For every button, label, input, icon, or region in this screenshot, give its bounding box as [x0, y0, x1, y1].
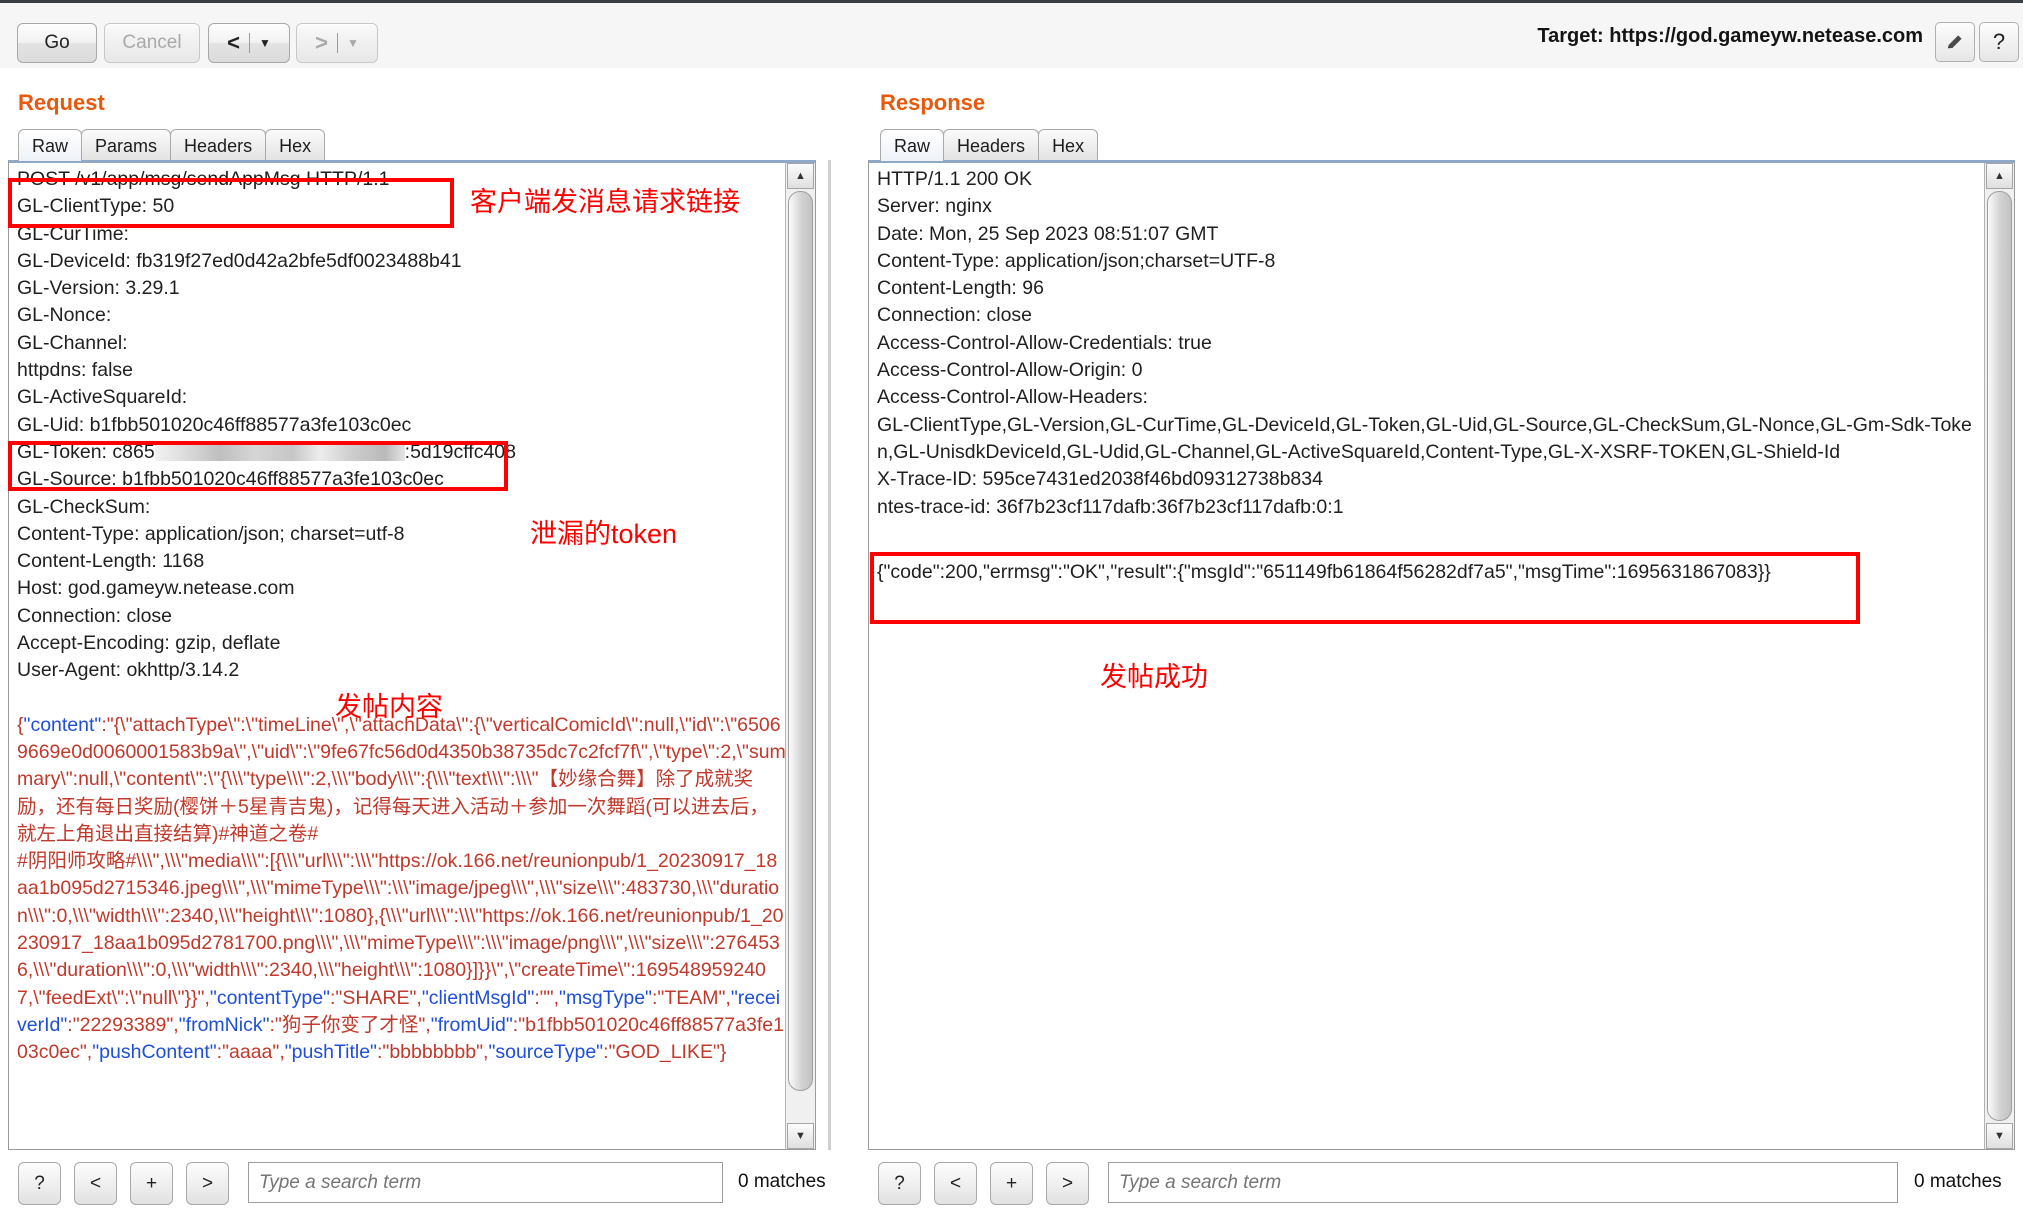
request-raw-text: POST /v1/app/msg/sendAppMsg HTTP/1.1 GL-C… — [17, 166, 787, 1067]
request-tab-strip: Raw Params Headers Hex — [18, 129, 326, 163]
tab-response-raw[interactable]: Raw — [880, 129, 945, 161]
annotation-request-line: 客户端发消息请求链接 — [470, 187, 740, 217]
response-vertical-scrollbar[interactable]: ▲ ▼ — [1984, 163, 2014, 1149]
scroll-up-icon[interactable]: ▲ — [787, 163, 814, 189]
response-match-count: 0 matches — [1914, 1171, 2002, 1192]
search-prev-button[interactable]: < — [74, 1162, 117, 1205]
header-line: Access-Control-Allow-Origin: 0 — [877, 359, 1143, 382]
search-next-button[interactable]: > — [1046, 1162, 1089, 1205]
chevron-down-icon: ▼ — [346, 36, 359, 50]
header-line: GL-Source: b1fbb501020c46ff88577a3fe103c… — [17, 468, 444, 491]
request-editor[interactable]: POST /v1/app/msg/sendAppMsg HTTP/1.1 GL-C… — [8, 160, 816, 1150]
header-line: GL-ClientType,GL-Version,GL-CurTime,GL-D… — [877, 413, 1972, 463]
request-body: {"content":"{\"attachType\":\"timeLine\"… — [17, 713, 786, 1064]
header-line: Content-Length: 96 — [877, 277, 1044, 300]
header-line: httpdns: false — [17, 359, 133, 382]
header-line: Access-Control-Allow-Headers: — [877, 386, 1148, 409]
scroll-up-icon[interactable]: ▲ — [1986, 163, 2013, 189]
annotation-token: 泄漏的token — [530, 519, 678, 549]
header-line-token: GL-Token: c865:5d19cffc408 — [17, 440, 516, 463]
header-line: GL-Version: 3.29.1 — [17, 277, 180, 300]
chevron-right-icon: > — [315, 30, 328, 55]
scroll-down-icon[interactable]: ▼ — [787, 1123, 814, 1149]
tab-request-hex[interactable]: Hex — [265, 129, 326, 161]
response-search-bar: ? < + > 0 matches — [868, 1155, 2023, 1210]
request-panel-title: Request — [18, 90, 105, 115]
panel-split-handle[interactable] — [828, 160, 831, 1150]
header-line: Content-Type: application/json;charset=U… — [877, 249, 1276, 272]
annotation-body: 发帖内容 — [335, 692, 443, 722]
forward-button[interactable]: > ▼ — [296, 23, 378, 63]
button-divider — [336, 33, 338, 53]
redaction-bar — [154, 442, 405, 461]
header-line: Access-Control-Allow-Credentials: true — [877, 331, 1212, 354]
status-line: HTTP/1.1 200 OK — [877, 168, 1032, 190]
header-line: Content-Length: 1168 — [17, 550, 205, 573]
pencil-icon — [1948, 35, 1962, 49]
edit-target-button[interactable] — [1935, 22, 1975, 62]
response-raw-text: HTTP/1.1 200 OK Server: nginx Date: Mon, 2… — [877, 166, 1982, 586]
search-help-button[interactable]: ? — [18, 1162, 61, 1205]
header-line: Accept-Encoding: gzip, deflate — [17, 632, 281, 655]
request-match-count: 0 matches — [738, 1171, 826, 1192]
header-line: GL-Uid: b1fbb501020c46ff88577a3fe103c0ec — [17, 413, 412, 436]
scrollbar-thumb[interactable] — [1987, 191, 2012, 1121]
chevron-down-icon: ▼ — [258, 36, 271, 50]
header-line: GL-Channel: — [17, 331, 128, 354]
response-editor[interactable]: HTTP/1.1 200 OK Server: nginx Date: Mon, 2… — [868, 160, 2015, 1150]
header-line: Date: Mon, 25 Sep 2023 08:51:07 GMT — [877, 222, 1219, 245]
go-button[interactable]: Go — [17, 23, 97, 63]
header-line: GL-ActiveSquareId: — [17, 386, 188, 409]
header-line: X-Trace-ID: 595ce7431ed2038f46bd09312738… — [877, 468, 1323, 491]
go-button-label: Go — [44, 32, 70, 53]
response-body: {"code":200,"errmsg":"OK","result":{"msg… — [877, 560, 1771, 583]
annotation-response: 发帖成功 — [1100, 662, 1208, 692]
tab-request-headers[interactable]: Headers — [170, 129, 267, 161]
search-next-button[interactable]: > — [186, 1162, 229, 1205]
search-add-button[interactable]: + — [130, 1162, 173, 1205]
response-panel-title: Response — [880, 90, 986, 115]
request-vertical-scrollbar[interactable]: ▲ ▼ — [785, 163, 815, 1149]
header-line: Connection: close — [17, 604, 173, 627]
cancel-button[interactable]: Cancel — [104, 23, 200, 63]
cancel-button-label: Cancel — [122, 32, 182, 53]
scrollbar-thumb[interactable] — [788, 191, 813, 1091]
tab-response-hex[interactable]: Hex — [1038, 129, 1099, 161]
target-label: Target: https://god.gameyw.netease.com — [1537, 25, 1923, 47]
response-search-input[interactable] — [1108, 1162, 1898, 1203]
header-line: Connection: close — [877, 304, 1033, 327]
search-help-button[interactable]: ? — [878, 1162, 921, 1205]
header-line: GL-CurTime: — [17, 222, 129, 245]
back-button[interactable]: < ▼ — [208, 23, 290, 63]
header-line: ntes-trace-id: 36f7b23cf117dafb:36f7b23c… — [877, 495, 1344, 518]
search-add-button[interactable]: + — [990, 1162, 1033, 1205]
search-prev-button[interactable]: < — [934, 1162, 977, 1205]
chevron-left-icon: < — [227, 30, 240, 55]
header-line: Host: god.gameyw.netease.com — [17, 577, 295, 600]
tab-request-raw[interactable]: Raw — [18, 129, 83, 161]
help-button-label: ? — [1992, 29, 2006, 54]
help-button[interactable]: ? — [1979, 22, 2019, 62]
header-line: Server: nginx — [877, 195, 992, 218]
header-line: GL-Nonce: — [17, 304, 112, 327]
request-search-bar: ? < + > 0 matches — [8, 1155, 826, 1210]
tab-response-headers[interactable]: Headers — [943, 129, 1040, 161]
header-line: User-Agent: okhttp/3.14.2 — [17, 659, 240, 682]
top-toolbar: Go Cancel < ▼ > ▼ Target: https://god.ga… — [0, 0, 2023, 68]
button-divider — [248, 33, 250, 53]
scroll-down-icon[interactable]: ▼ — [1986, 1123, 2013, 1149]
request-search-input[interactable] — [248, 1162, 723, 1203]
tab-request-params[interactable]: Params — [81, 129, 172, 161]
response-tab-strip: Raw Headers Hex — [880, 129, 1099, 163]
header-line: GL-DeviceId: fb319f27ed0d42a2bfe5df00234… — [17, 249, 462, 272]
